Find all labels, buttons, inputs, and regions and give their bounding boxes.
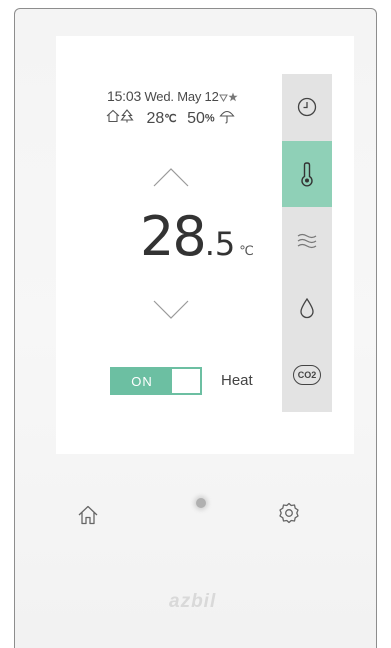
- decrease-setpoint-button[interactable]: [152, 299, 190, 326]
- chevron-down-icon: [153, 300, 189, 319]
- rail-item-airflow[interactable]: [282, 208, 332, 274]
- rail-item-humidity[interactable]: [282, 275, 332, 341]
- status-datetime: 15:03 Wed. May 12: [107, 88, 238, 106]
- mode-label[interactable]: Heat: [221, 372, 253, 389]
- humidity-value: 50: [187, 109, 205, 127]
- airflow-icon: [297, 233, 317, 249]
- clock-icon: [297, 97, 317, 117]
- home-button[interactable]: [76, 503, 100, 532]
- power-state-label: ON: [112, 369, 172, 393]
- power-toggle[interactable]: ON: [110, 367, 202, 395]
- co2-icon: CO2: [293, 365, 321, 385]
- setpoint-unit: ℃: [239, 244, 254, 259]
- rail-item-schedule[interactable]: [282, 74, 332, 140]
- chevron-up-icon: [153, 168, 189, 187]
- star-icon: [228, 90, 238, 105]
- function-rail: CO2: [282, 74, 332, 412]
- home-icon: [78, 505, 98, 525]
- indoor-temp-value: 28: [146, 109, 165, 127]
- settings-button[interactable]: [277, 501, 301, 530]
- rail-item-temperature[interactable]: [282, 141, 332, 207]
- increase-setpoint-button[interactable]: [152, 166, 190, 193]
- flag-down-icon: [218, 90, 228, 105]
- setpoint-decimal: .5: [204, 225, 236, 263]
- indoor-temp-unit: ℃: [164, 113, 177, 125]
- gear-icon: [279, 502, 299, 524]
- water-drop-icon: [300, 297, 314, 319]
- date-text: Wed. May 12: [144, 89, 219, 104]
- status-indicator-led: [196, 498, 206, 508]
- clock-time: 15:03: [107, 88, 142, 104]
- humidity-unit: %: [204, 112, 215, 125]
- setpoint-integer: 28: [140, 205, 207, 268]
- tree-icon: [120, 109, 134, 128]
- thermometer-icon: [301, 162, 313, 187]
- status-conditions: 28℃ 50%: [106, 108, 235, 128]
- setpoint-display: 28.5 ℃: [140, 205, 254, 275]
- home-outline-icon: [106, 109, 120, 128]
- brand-logo: azbil: [169, 591, 217, 612]
- rail-item-co2[interactable]: CO2: [282, 342, 332, 408]
- umbrella-icon: [219, 108, 235, 129]
